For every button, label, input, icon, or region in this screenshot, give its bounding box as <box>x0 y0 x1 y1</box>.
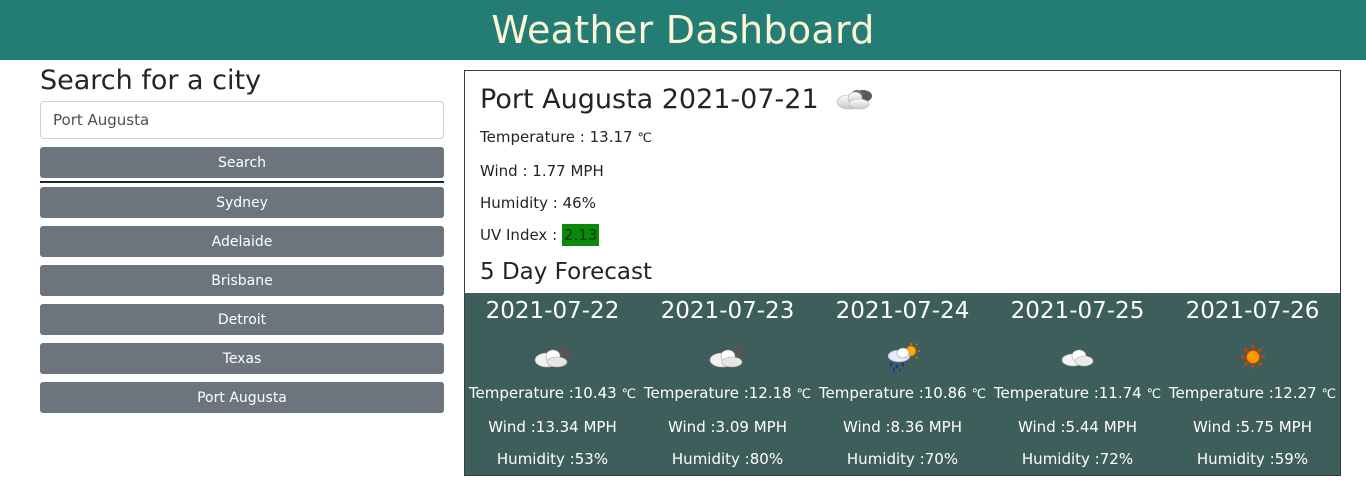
forecast-date: 2021-07-22 <box>485 298 620 324</box>
sun-icon <box>1165 337 1340 377</box>
search-history: Sydney Adelaide Brisbane Detroit Texas P… <box>40 187 444 413</box>
forecast-title: 5 Day Forecast <box>480 259 652 285</box>
weather-panel: Port Augusta 2021-07-21 Temperature: 13… <box>464 70 1341 476</box>
forecast-temperature: Temperature :12.27 ℃ <box>1168 384 1337 402</box>
current-wind: Wind : 1.77 MPH <box>480 162 604 180</box>
forecast-date: 2021-07-26 <box>1185 298 1320 324</box>
forecast-temperature: Temperature :10.86 ℃ <box>818 384 987 402</box>
history-button-sydney[interactable]: Sydney <box>40 187 444 218</box>
current-header: Port Augusta 2021-07-21 <box>480 81 1325 117</box>
forecast-card: 2021-07-25 Temperature :11.74 ℃ Wind :5.… <box>990 293 1165 475</box>
history-button-adelaide[interactable]: Adelaide <box>40 226 444 257</box>
rain-sun-icon <box>815 337 990 377</box>
forecast-humidity: Humidity :59% <box>1196 450 1309 468</box>
forecast-humidity: Humidity :72% <box>1021 450 1134 468</box>
forecast-card: 2021-07-22 Temperature :10.43 ℃ Wind :13… <box>465 293 640 475</box>
forecast-humidity: Humidity :53% <box>496 450 609 468</box>
forecast-wind: Wind :5.75 MPH <box>1193 418 1312 436</box>
forecast-card: 2021-07-26 Temperature :12.27 ℃ Wind :5.… <box>1165 293 1340 475</box>
forecast-wind: Wind :8.36 MPH <box>843 418 962 436</box>
page-title: Weather Dashboard <box>491 8 875 52</box>
light-cloud-icon <box>990 337 1165 377</box>
cloud-icon <box>833 84 877 114</box>
app-header: Weather Dashboard <box>0 0 1366 60</box>
forecast-row: 2021-07-22 Temperature :10.43 ℃ Wind :13… <box>465 293 1340 475</box>
cloud-icon <box>465 337 640 377</box>
search-button[interactable]: Search <box>40 147 444 178</box>
search-heading: Search for a city <box>40 65 262 96</box>
current-weather: Port Augusta 2021-07-21 Temperature: 13… <box>465 71 1340 289</box>
cloud-icon <box>640 337 815 377</box>
uv-badge: 2.13 <box>561 224 600 246</box>
forecast-wind: Wind :5.44 MPH <box>1018 418 1137 436</box>
forecast-temperature: Temperature :10.43 ℃ <box>468 384 637 402</box>
current-city-date: Port Augusta 2021-07-21 <box>480 83 819 115</box>
history-button-port-augusta[interactable]: Port Augusta <box>40 382 444 413</box>
forecast-wind: Wind :3.09 MPH <box>668 418 787 436</box>
forecast-date: 2021-07-23 <box>660 298 795 324</box>
forecast-date: 2021-07-25 <box>1010 298 1145 324</box>
forecast-temperature: Temperature :11.74 ℃ <box>993 384 1162 402</box>
forecast-date: 2021-07-24 <box>835 298 970 324</box>
forecast-card: 2021-07-24 Temperature:10.86 ℃ Wind:8.… <box>815 293 990 475</box>
current-humidity: Humidity : 46% <box>480 194 596 212</box>
forecast-humidity: Humidity :80% <box>671 450 784 468</box>
sidebar: Search for a city Search Sydney Adelaide… <box>40 64 444 421</box>
city-search-input[interactable] <box>40 101 444 139</box>
forecast-card: 2021-07-23 Temperature :12.18 ℃ Wind :3.… <box>640 293 815 475</box>
current-uv-index: UV Index : 2.13 <box>480 224 600 246</box>
forecast-humidity: Humidity :70% <box>846 450 959 468</box>
forecast-wind: Wind :13.34 MPH <box>488 418 617 436</box>
history-button-texas[interactable]: Texas <box>40 343 444 374</box>
history-button-brisbane[interactable]: Brisbane <box>40 265 444 296</box>
history-button-detroit[interactable]: Detroit <box>40 304 444 335</box>
forecast-temperature: Temperature :12.18 ℃ <box>643 384 812 402</box>
divider <box>40 181 444 183</box>
current-temperature: Temperature : 13.17 ℃ <box>480 128 652 146</box>
